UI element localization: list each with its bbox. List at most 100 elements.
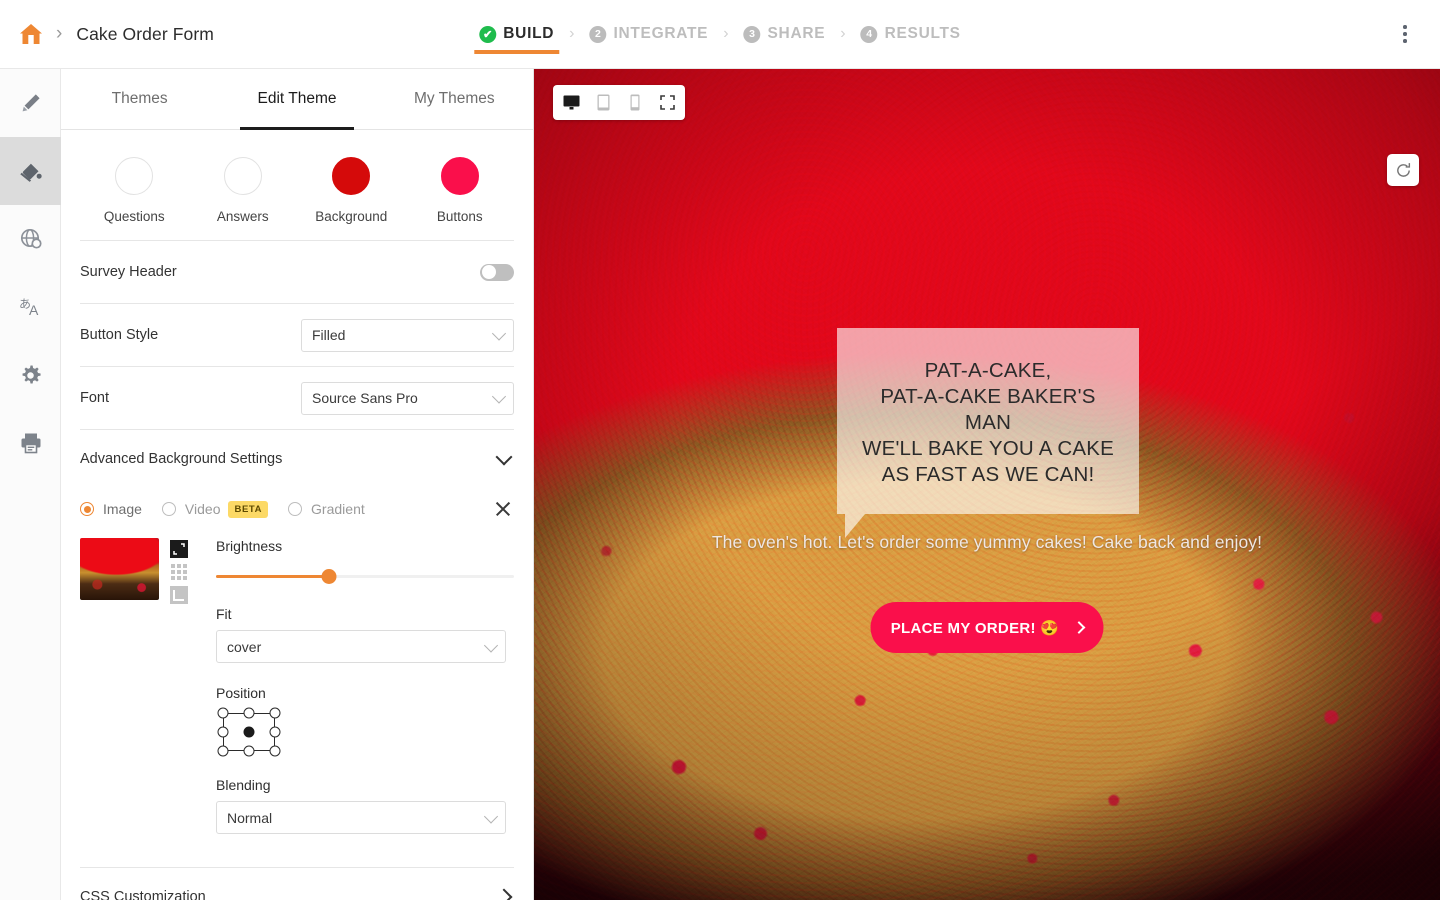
radio-video[interactable]: Video (161, 501, 221, 517)
sidebar-item-publish[interactable] (0, 205, 61, 273)
home-button[interactable] (0, 0, 62, 68)
button-style-label: Button Style (80, 327, 159, 343)
refresh-preview-button[interactable] (1387, 154, 1419, 186)
swatch-dot-background[interactable] (332, 157, 371, 195)
sidebar-item-build[interactable] (0, 69, 61, 137)
position-dot-bottom-right[interactable] (269, 745, 281, 757)
step-label-integrate: INTEGRATE (613, 25, 709, 42)
close-icon[interactable] (494, 500, 512, 518)
paint-bucket-icon (20, 160, 42, 182)
swatch-dot-answers[interactable] (223, 157, 262, 195)
refresh-icon (1396, 162, 1410, 177)
blending-select[interactable]: Normal (216, 801, 506, 834)
step-arrow-3: › (840, 25, 846, 42)
position-dot-bottom-left[interactable] (217, 745, 229, 757)
chevron-down-icon (491, 326, 507, 341)
radio-gradient[interactable]: Gradient (288, 501, 365, 517)
swatch-dot-buttons[interactable] (440, 157, 479, 195)
cta-label: PLACE MY ORDER! 😍 (890, 619, 1060, 637)
swatch-dot-questions[interactable] (115, 157, 154, 195)
sidebar-item-settings[interactable] (0, 341, 61, 409)
step-results[interactable]: 4 RESULTS (859, 25, 963, 43)
brightness-fill (216, 575, 330, 578)
survey-header-label: Survey Header (80, 264, 177, 280)
css-customization-row[interactable]: CSS Customization (80, 868, 514, 900)
blending-value: Normal (227, 809, 273, 826)
background-type-group: Image Video BETA Gradient (80, 488, 514, 530)
radio-video-label: Video (184, 501, 221, 517)
sidebar-item-print[interactable] (0, 409, 61, 477)
background-image-thumbnail[interactable] (80, 538, 159, 600)
step-arrow-2: › (723, 25, 729, 42)
font-row: Font Source Sans Pro (80, 367, 514, 429)
survey-header-row: Survey Header (80, 241, 514, 303)
position-dot-middle-right[interactable] (269, 726, 281, 738)
swatch-label-answers: Answers (216, 209, 269, 224)
theme-editor-screen: › Cake Order Form ✔ BUILD › 2 INTEGRATE … (0, 0, 1440, 900)
step-share[interactable]: 3 SHARE (742, 25, 828, 43)
printer-icon (21, 433, 40, 454)
theme-editor-panel: Themes Edit Theme My Themes Questions An… (61, 69, 534, 900)
fullscreen-icon[interactable] (658, 93, 676, 113)
survey-welcome-text: PAT-A-CAKE, PAT-A-CAKE BAKER'S MAN WE'LL… (862, 359, 1114, 486)
position-dot-top-right[interactable] (269, 707, 281, 719)
advanced-background-label: Advanced Background Settings (80, 451, 283, 467)
chevron-right-icon (1072, 621, 1086, 634)
brightness-slider[interactable] (216, 568, 514, 584)
step-integrate[interactable]: 2 INTEGRATE (587, 25, 710, 43)
radio-image-label: Image (103, 501, 142, 517)
globe-icon (20, 228, 42, 249)
radio-video-ring (161, 502, 176, 516)
place-my-order-button[interactable]: PLACE MY ORDER! 😍 (870, 602, 1104, 653)
blending-label: Blending (216, 777, 271, 793)
tab-my-themes[interactable]: My Themes (376, 69, 533, 129)
swatch-buttons[interactable]: Buttons (406, 157, 515, 224)
tablet-icon[interactable] (594, 93, 612, 113)
image-controls: Brightness Fit cover Position Blending N… (216, 538, 514, 834)
position-dot-middle-left[interactable] (217, 726, 229, 738)
survey-header-toggle[interactable] (480, 263, 514, 281)
color-swatches: Questions Answers Background Buttons (80, 130, 514, 240)
step-build[interactable]: ✔ BUILD (474, 25, 560, 54)
desktop-icon[interactable] (562, 93, 580, 113)
chevron-down-icon (483, 637, 499, 653)
position-dot-bottom-center[interactable] (243, 745, 255, 757)
position-dot-top-center[interactable] (243, 707, 255, 719)
mobile-icon[interactable] (626, 93, 644, 113)
swatch-label-questions: Questions (103, 209, 165, 224)
swatch-answers[interactable]: Answers (189, 157, 298, 224)
chevron-down-icon (491, 389, 507, 404)
chevron-down-icon (495, 448, 513, 465)
build-steps: ✔ BUILD › 2 INTEGRATE › 3 SHARE › 4 RESU… (474, 0, 963, 68)
radio-gradient-ring (288, 502, 303, 516)
corner-fit-icon[interactable] (170, 586, 188, 604)
position-dot-top-left[interactable] (217, 707, 229, 719)
fit-select[interactable]: cover (216, 630, 506, 663)
position-dot-center[interactable] (243, 726, 255, 738)
survey-welcome-bubble: PAT-A-CAKE, PAT-A-CAKE BAKER'S MAN WE'LL… (837, 328, 1139, 538)
kebab-menu-icon[interactable] (1392, 14, 1418, 54)
tab-themes[interactable]: Themes (61, 69, 218, 129)
advanced-background-settings-toggle[interactable]: Advanced Background Settings (80, 430, 514, 488)
chevron-down-icon (483, 808, 499, 824)
swatch-background[interactable]: Background (297, 157, 406, 224)
tile-grid-icon[interactable] (170, 563, 188, 581)
radio-image[interactable]: Image (80, 501, 142, 517)
font-value: Source Sans Pro (312, 390, 418, 406)
step-badge-3: 3 (743, 25, 761, 43)
image-mode-icons (170, 538, 206, 834)
device-preview-toolbar (553, 85, 685, 120)
brightness-thumb[interactable] (321, 569, 337, 584)
position-grid (217, 707, 281, 757)
sidebar-item-theme[interactable] (0, 137, 61, 205)
button-style-select[interactable]: Filled (301, 318, 514, 352)
expand-icon[interactable] (170, 540, 188, 558)
tab-edit-theme[interactable]: Edit Theme (218, 69, 375, 129)
font-label: Font (80, 390, 110, 406)
panel-body: Questions Answers Background Buttons Sur… (61, 130, 533, 900)
step-arrow-1: › (569, 25, 575, 42)
sidebar-item-translate[interactable]: あ A (0, 273, 61, 341)
font-select[interactable]: Source Sans Pro (301, 381, 514, 415)
swatch-questions[interactable]: Questions (80, 157, 189, 224)
icon-rail: あ A (0, 69, 61, 900)
